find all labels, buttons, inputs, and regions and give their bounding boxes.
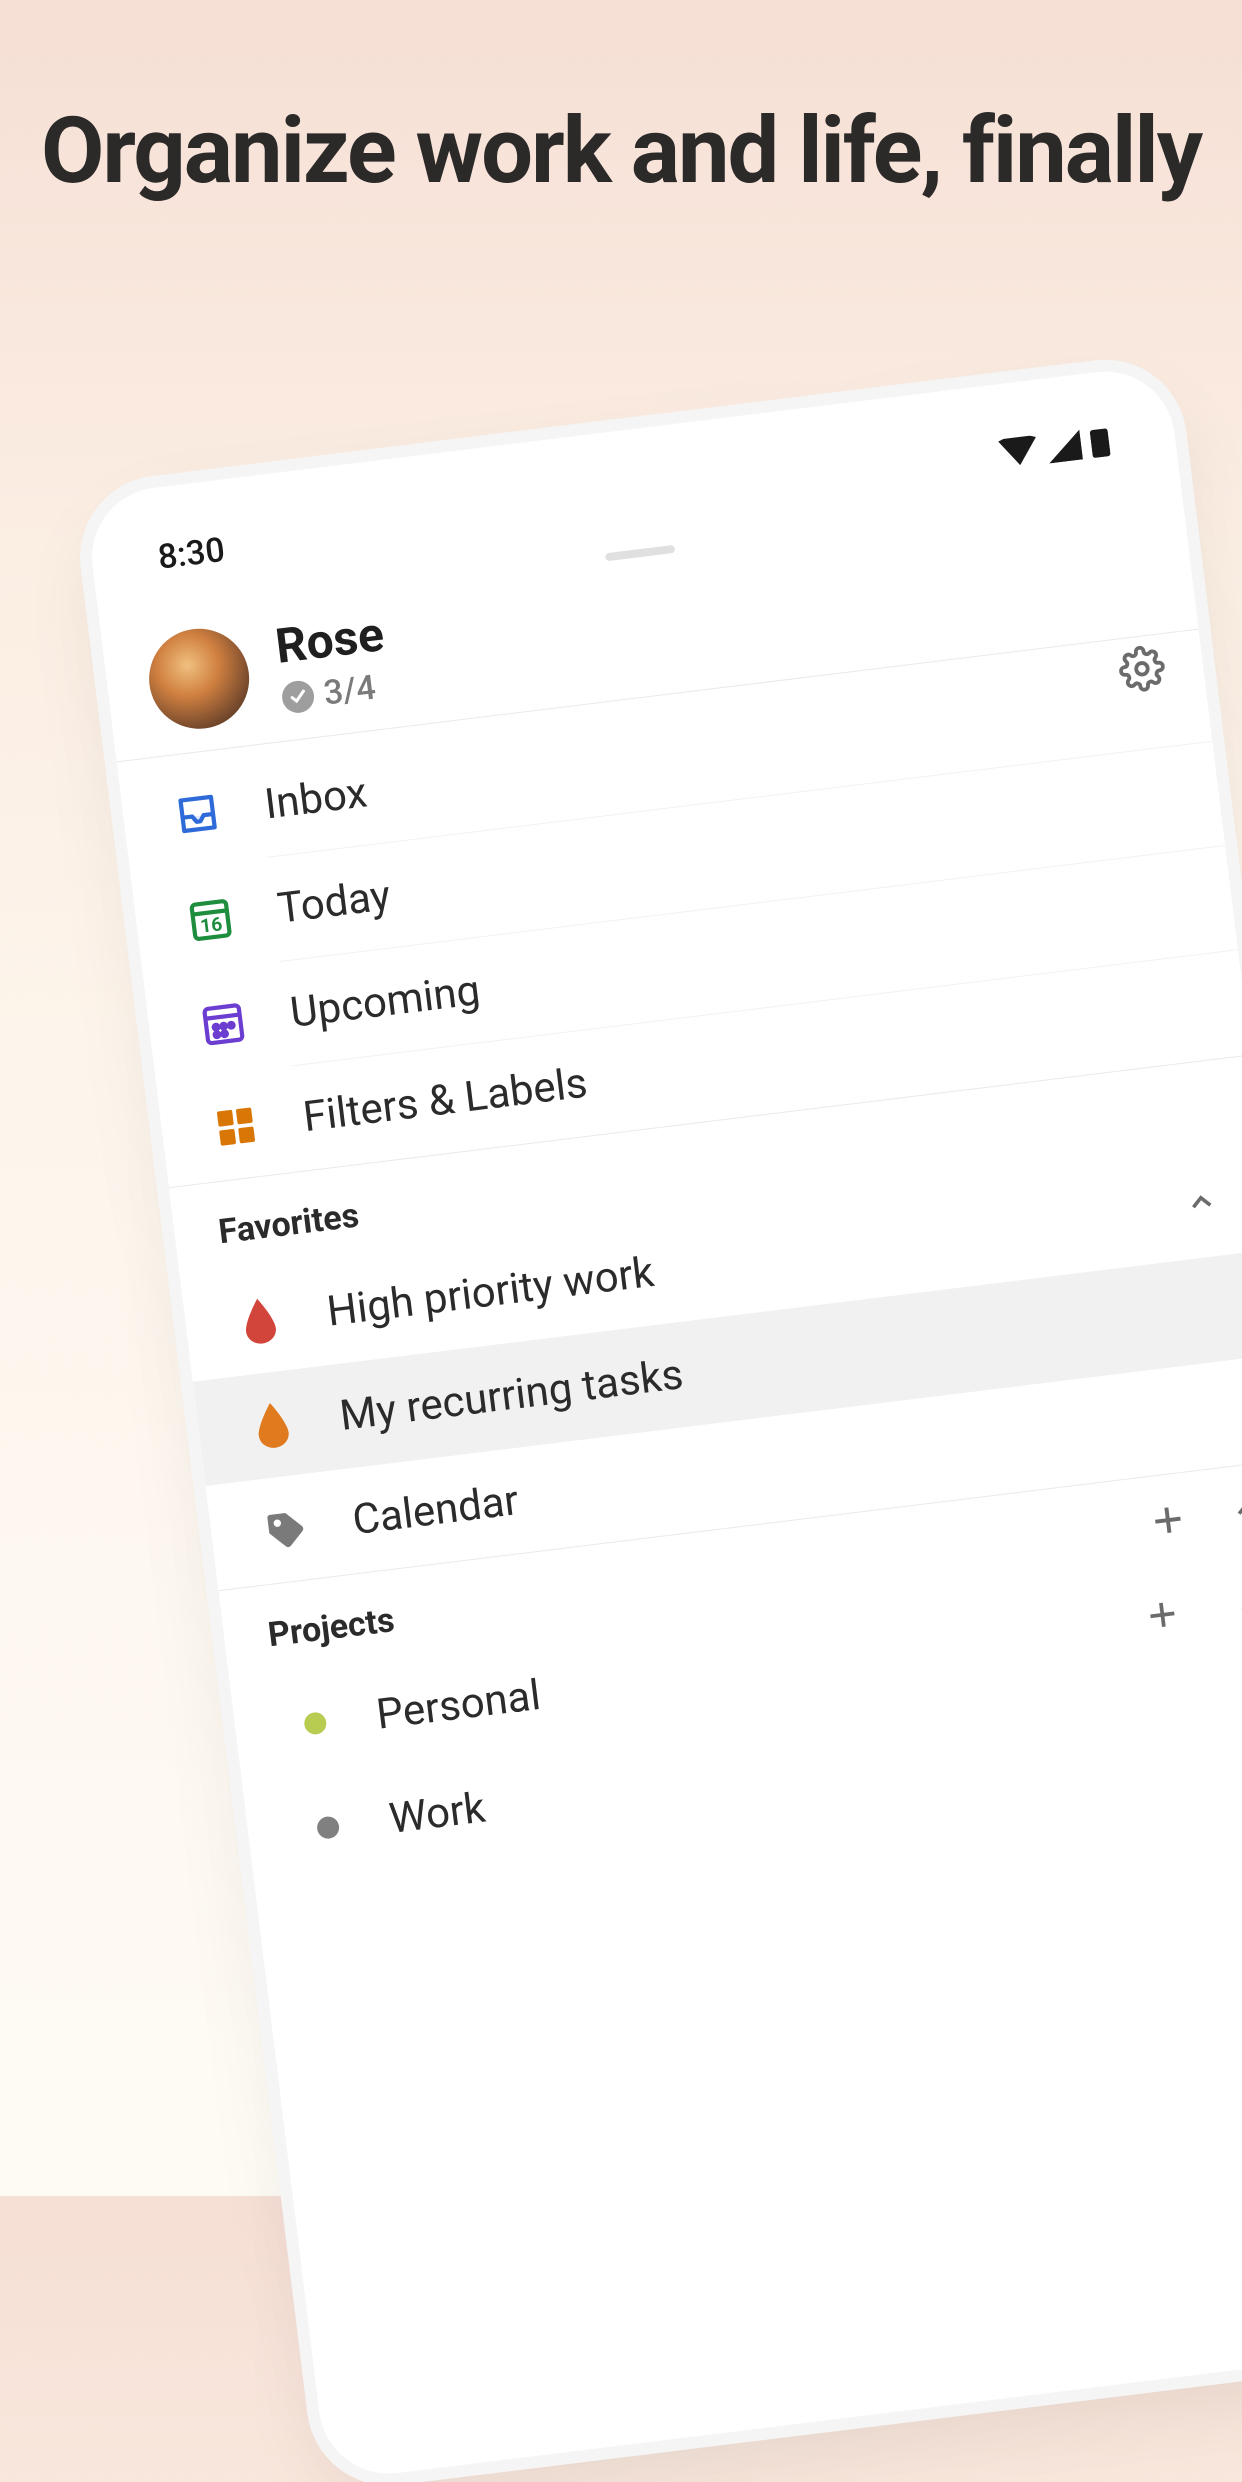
plus-icon — [1147, 1499, 1189, 1541]
calendar-today-icon: 16 — [184, 891, 237, 944]
battery-icon — [1089, 426, 1111, 458]
drop-icon — [246, 1398, 299, 1451]
grid-icon — [209, 1099, 262, 1152]
project-color-icon — [295, 1801, 348, 1854]
collapse-button[interactable] — [1231, 1582, 1242, 1635]
collapse-projects-button[interactable] — [1228, 1489, 1242, 1540]
nav-label: Upcoming — [288, 966, 483, 1038]
tag-icon — [259, 1502, 312, 1555]
add-project-button[interactable] — [1147, 1499, 1190, 1550]
chevron-up-icon — [1182, 1183, 1220, 1221]
nav-label: Filters & Labels — [300, 1059, 590, 1142]
favorite-label: High priority work — [324, 1248, 656, 1337]
plus-icon — [1142, 1594, 1182, 1634]
favorite-label: Calendar — [350, 1476, 521, 1545]
add-task-button[interactable] — [1142, 1592, 1184, 1645]
status-time: 8:30 — [156, 530, 227, 578]
user-name: Rose — [272, 605, 387, 675]
favorite-label: My recurring tasks — [337, 1350, 686, 1441]
signal-icon — [1046, 430, 1083, 464]
phone-mockup: 8:30 Rose 3/4 — [84, 364, 1242, 2482]
project-label: Personal — [374, 1671, 543, 1740]
svg-text:16: 16 — [199, 912, 224, 938]
nav-label: Inbox — [262, 768, 370, 829]
user-progress: 3/4 — [280, 666, 392, 719]
nav-label: Today — [275, 871, 393, 933]
project-color-icon — [283, 1697, 336, 1750]
inbox-icon — [171, 787, 224, 840]
wifi-icon — [998, 435, 1039, 469]
project-label: Work — [387, 1784, 488, 1844]
avatar — [143, 623, 254, 734]
check-icon — [280, 679, 316, 715]
hero-title: Organize work and life, finally — [0, 100, 1242, 203]
chevron-up-icon — [1228, 1489, 1242, 1527]
calendar-icon — [196, 995, 249, 1048]
drop-icon — [233, 1294, 286, 1347]
chevron-up-icon — [1232, 1586, 1242, 1624]
collapse-button[interactable] — [1182, 1179, 1222, 1232]
